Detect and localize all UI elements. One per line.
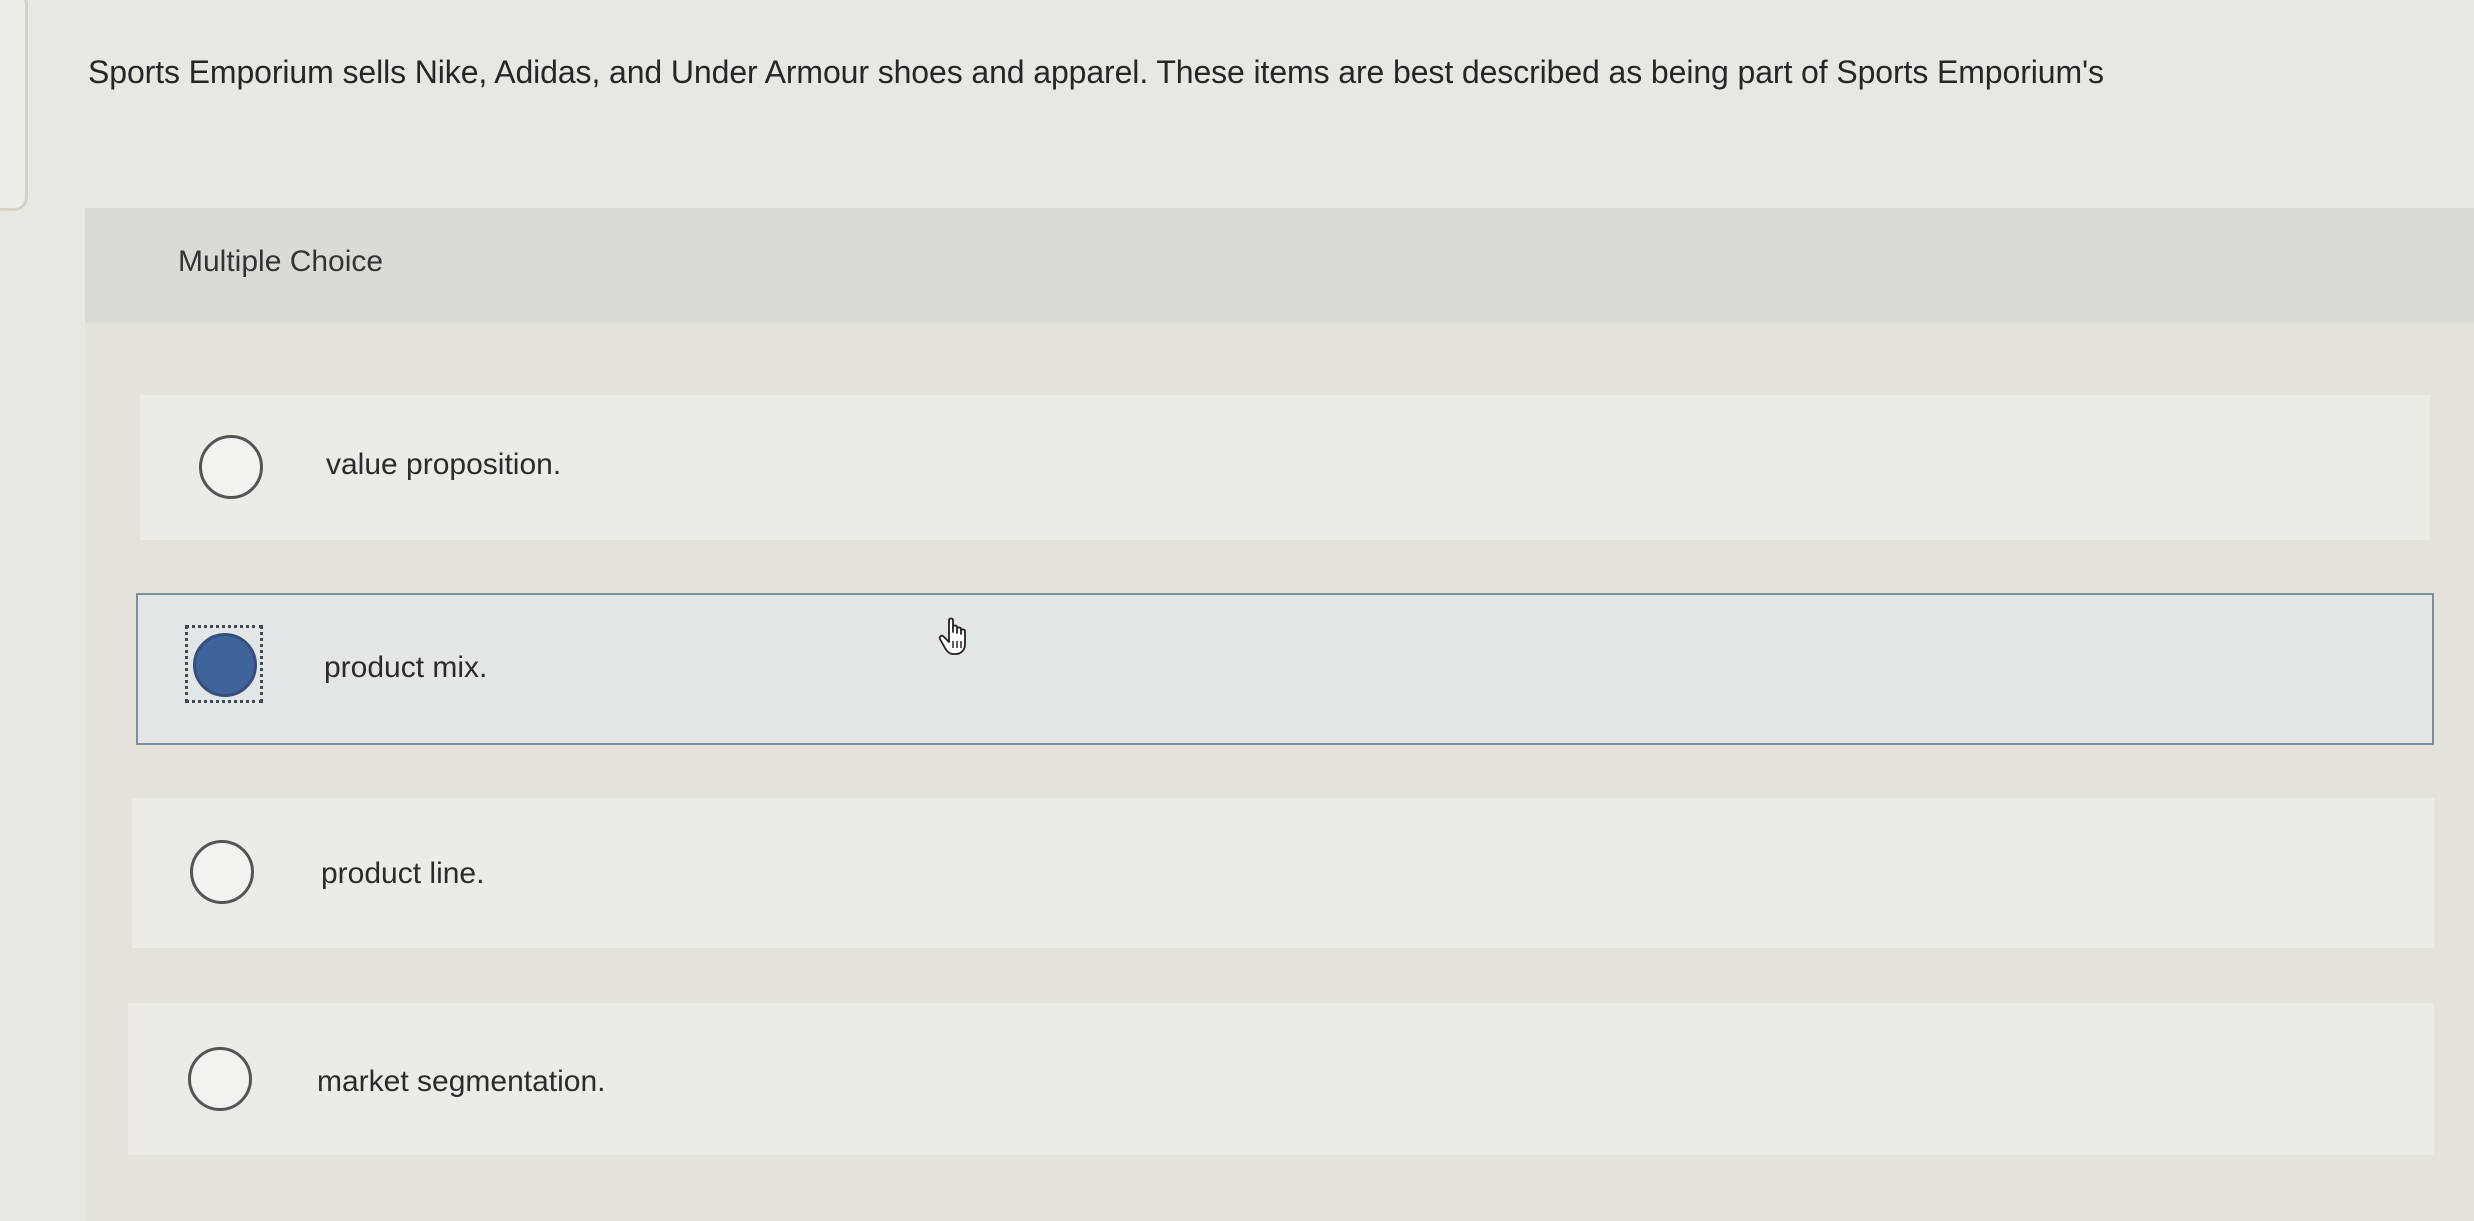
multiple-choice-label: Multiple Choice — [178, 245, 384, 278]
multiple-choice-header — [85, 208, 2474, 323]
option-label: market segmentation. — [317, 1065, 606, 1098]
radio-button[interactable] — [190, 840, 254, 904]
pointer-hand-icon — [938, 617, 966, 655]
radio-button-selected[interactable] — [193, 633, 257, 697]
question-text: Sports Emporium sells Nike, Adidas, and … — [88, 54, 2104, 90]
option-label: value proposition. — [326, 448, 562, 481]
side-panel-tab[interactable] — [0, 0, 28, 211]
option-label: product line. — [321, 857, 485, 890]
radio-button[interactable] — [199, 435, 263, 499]
radio-button[interactable] — [188, 1047, 252, 1111]
option-label: product mix. — [324, 651, 488, 684]
